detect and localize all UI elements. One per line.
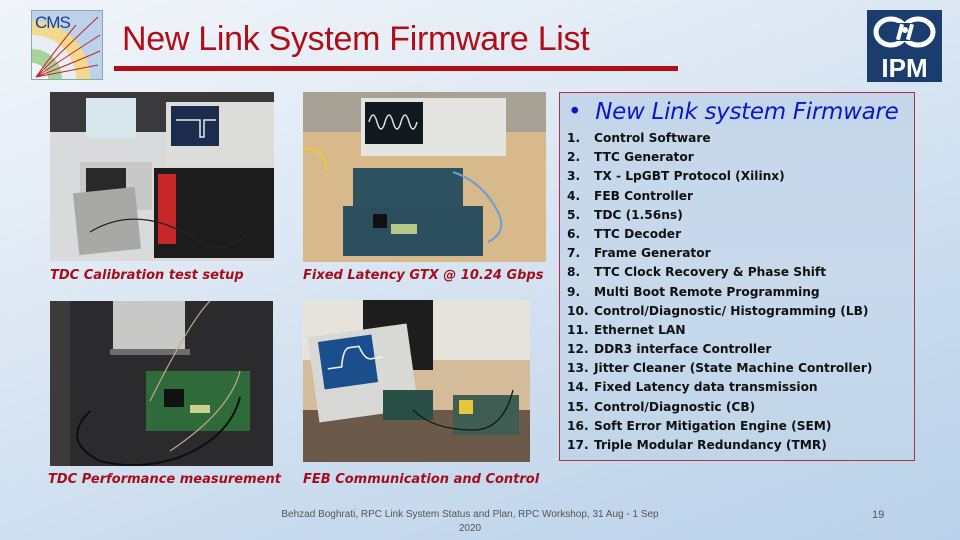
list-item: 8. TTC Clock Recovery & Phase Shift (567, 265, 827, 280)
list-item: 16. Soft Error Mitigation Engine (SEM) (567, 418, 832, 433)
photo-caption: Fixed Latency GTX @ 10.24 Gbps (303, 268, 544, 283)
list-item: 10. Control/Diagnostic/ Histogramming (LB… (567, 303, 869, 318)
firmware-heading: • New Link system Firmware (568, 99, 899, 125)
cms-logo-text: CMS (35, 13, 71, 32)
title-underline (114, 66, 678, 71)
list-item: 6. TTC Decoder (567, 226, 682, 241)
list-item: 13. Jitter Cleaner (State Machine Control… (567, 361, 873, 376)
list-item: 1. Control Software (567, 131, 711, 145)
photo-tdc-calibration (50, 92, 274, 261)
list-item: 9. Multi Boot Remote Programming (567, 284, 820, 299)
ipm-logo-text: IPM (881, 53, 927, 82)
page-number: 19 (872, 509, 885, 521)
list-item: 2. TTC Generator (567, 150, 694, 165)
list-item: 12. DDR3 interface Controller (567, 342, 772, 357)
photo-fixed-latency-gtx (303, 92, 546, 262)
photo-caption: TDC Calibration test setup (50, 268, 244, 283)
list-item: 14. Fixed Latency data transmission (567, 380, 818, 395)
photo-caption: FEB Communication and Control (303, 472, 540, 487)
list-item: 17. Triple Modular Redundancy (TMR) (567, 438, 827, 452)
photo-feb-communication (303, 300, 530, 462)
photo-tdc-performance (50, 301, 273, 466)
ipm-logo: IPM (867, 10, 942, 83)
footer-line-2: 2020 (458, 523, 482, 534)
list-item: 3. TX - LpGBT Protocol (Xilinx) (567, 169, 785, 184)
firmware-list: 1. Control Software 2. TTC Generator 3. TX … (567, 129, 872, 455)
list-item: 4. FEB Controller (567, 188, 694, 203)
firmware-list-box: • New Link system Firmware 1. Control Soft… (559, 92, 915, 461)
footer-text: Behzad Boghrati, RPC Link System Status … (270, 508, 670, 536)
list-item: 5. TDC (1.56ns) (567, 207, 683, 222)
bullet-icon: • (568, 99, 582, 125)
list-item: 7. Frame Generator (567, 246, 711, 261)
cms-logo: CMS (31, 10, 103, 80)
list-item: 15. Control/Diagnostic (CB) (567, 399, 756, 414)
slide-title: New Link System Firmware List (122, 20, 590, 58)
firmware-heading-text: New Link system Firmware (595, 99, 899, 125)
photo-caption: TDC Performance measurement (48, 472, 281, 487)
footer-line-1: Behzad Boghrati, RPC Link System Status … (281, 509, 659, 520)
list-item: 11. Ethernet LAN (567, 322, 686, 337)
